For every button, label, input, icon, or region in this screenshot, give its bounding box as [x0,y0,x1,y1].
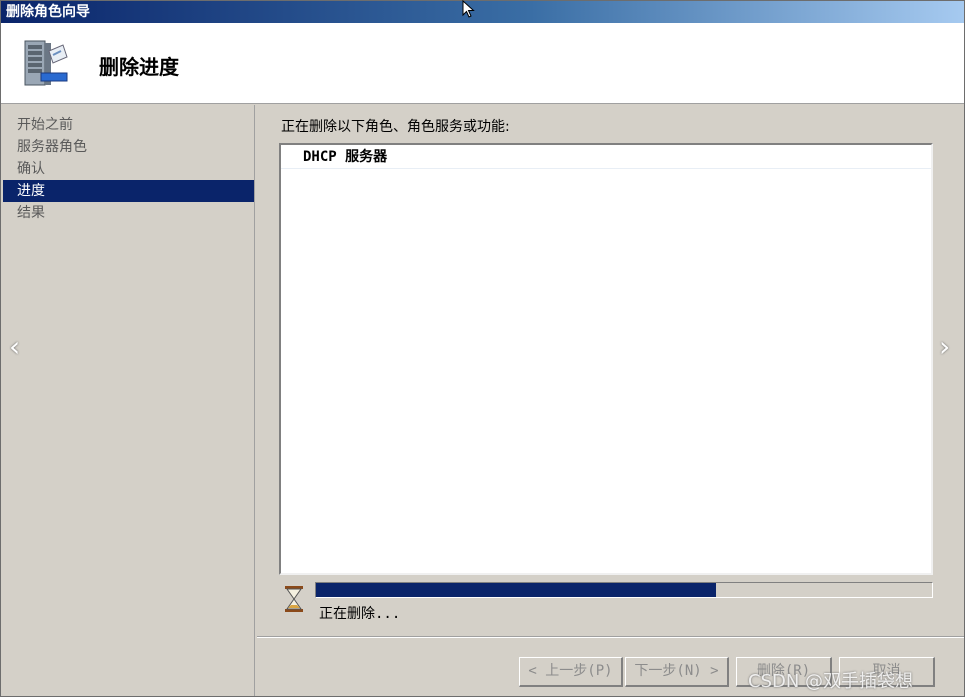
progress-status: 正在删除... [319,606,401,622]
window-title: 删除角色向导 [6,4,90,20]
chevron-right-icon[interactable]: › [939,333,955,361]
hourglass-icon [285,586,303,612]
wizard-steps-sidebar: 开始之前服务器角色确认进度结果 [3,105,255,696]
wizard-header: 删除进度 [1,23,964,104]
progress-area: 正在删除... [279,581,939,629]
removal-list-label: 正在删除以下角色、角色服务或功能: [281,119,510,135]
removal-listbox[interactable]: DHCP 服务器 [279,143,933,575]
next-button[interactable]: 下一步(N) > [625,657,729,687]
chevron-left-icon[interactable]: ‹ [9,333,25,361]
sidebar-step: 结果 [17,205,45,221]
main-panel: 正在删除以下角色、角色服务或功能: DHCP 服务器 正在删除... [257,105,964,635]
sidebar-step: 服务器角色 [17,139,87,155]
sidebar-step: 确认 [17,161,45,177]
sidebar-step: 开始之前 [17,117,73,133]
step-list: 开始之前服务器角色确认进度结果 [3,105,254,224]
mouse-cursor-icon [462,0,475,18]
progress-bar [315,582,933,598]
wizard-window: 删除角色向导 删除进度 开始之前服务器角色确认进度结果 正在删除以下角色、角色服… [0,0,965,697]
footer-divider [257,636,964,638]
sidebar-step: 进度 [3,180,254,202]
server-icon [24,40,68,86]
list-item: DHCP 服务器 [281,145,931,169]
progress-bar-fill [316,583,717,597]
previous-button[interactable]: < 上一步(P) [519,657,623,687]
page-title: 删除进度 [99,55,179,79]
watermark: CSDN @双手插袋想 [748,671,914,692]
title-bar[interactable]: 删除角色向导 [1,1,964,23]
